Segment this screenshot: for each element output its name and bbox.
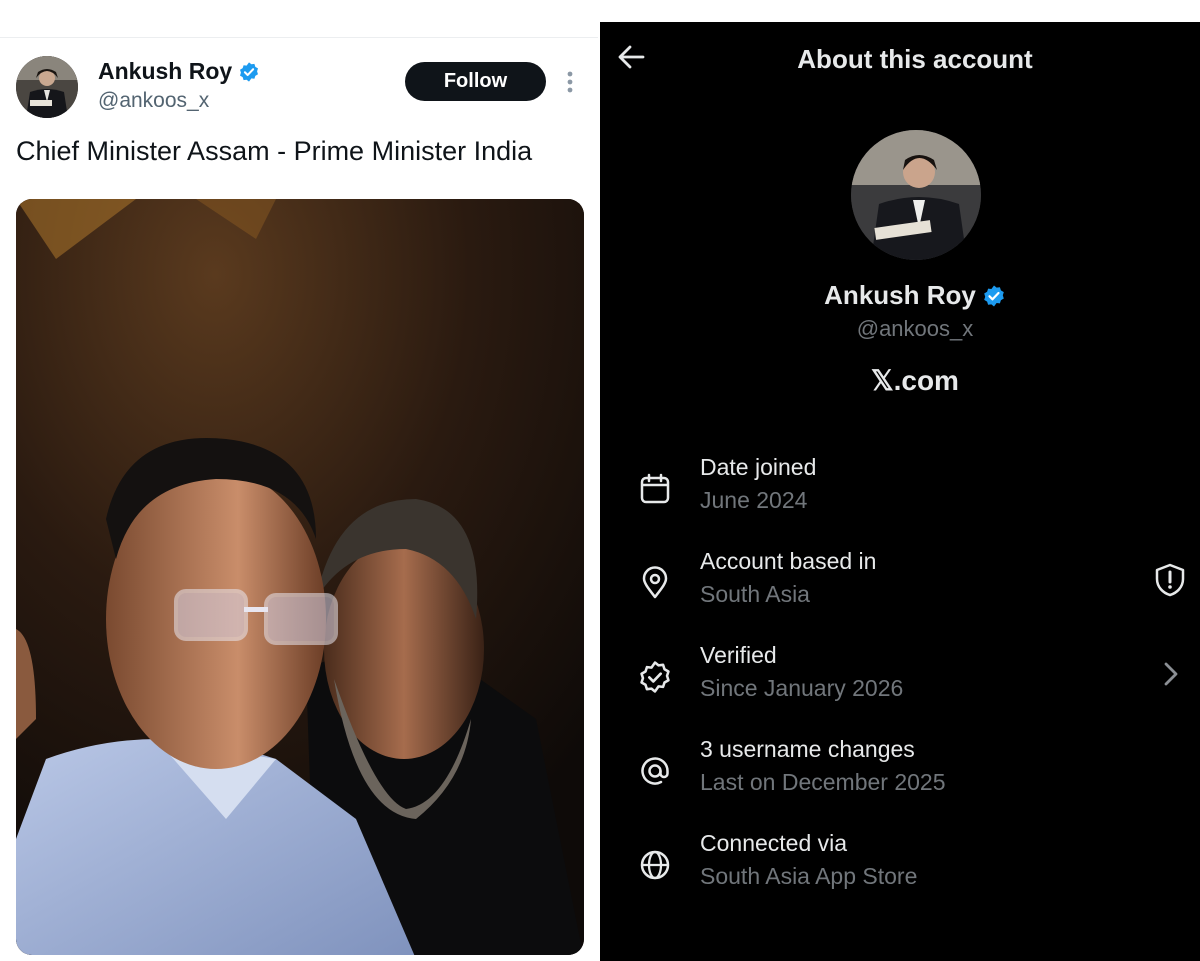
row-date-joined: Date joined June 2024	[600, 454, 1200, 524]
author-name[interactable]: Ankush Roy	[98, 58, 232, 85]
row-value: South Asia	[700, 581, 810, 607]
author-avatar[interactable]	[16, 56, 78, 118]
profile-name: Ankush Roy	[824, 280, 976, 310]
globe-icon	[638, 848, 672, 882]
row-value: Last on December 2025	[700, 769, 946, 795]
tweet-panel: Ankush Roy @ankoos_x Follow Chief Minist…	[0, 0, 598, 961]
tweet-photo[interactable]	[16, 199, 584, 955]
top-divider	[0, 0, 598, 38]
chevron-right-icon[interactable]	[1152, 656, 1188, 692]
tweet-text: Chief Minister Assam - Prime Minister In…	[16, 136, 533, 166]
row-label: Connected via	[700, 830, 848, 856]
author-handle[interactable]: @ankoos_x	[98, 89, 209, 113]
page-title: About this account	[797, 44, 1033, 74]
row-label: Verified	[700, 642, 777, 668]
about-panel: About this account Ankush Roy @ankoos_x …	[600, 22, 1200, 961]
row-label: Date joined	[700, 454, 817, 480]
profile-name-row: Ankush Roy	[600, 280, 1200, 311]
row-label: 3 username changes	[700, 736, 915, 762]
row-username-changes: 3 username changes Last on December 2025	[600, 736, 1200, 806]
author-name-row[interactable]: Ankush Roy	[98, 58, 260, 85]
row-value: Since January 2026	[700, 675, 904, 701]
shield-alert-icon[interactable]	[1152, 562, 1188, 598]
row-verified[interactable]: Verified Since January 2026	[600, 642, 1200, 712]
verified-badge-icon	[984, 285, 1004, 306]
site-label: 𝕏.com	[871, 365, 959, 396]
verified-badge-icon	[638, 660, 672, 694]
at-sign-icon	[638, 754, 672, 788]
row-connected-via: Connected via South Asia App Store	[600, 830, 1200, 900]
row-label: Account based in	[700, 548, 877, 574]
follow-button[interactable]: Follow	[405, 62, 546, 101]
more-options-icon[interactable]	[560, 68, 580, 96]
profile-handle: @ankoos_x	[856, 316, 974, 341]
location-pin-icon	[638, 566, 672, 600]
row-account-based-in[interactable]: Account based in South Asia	[600, 548, 1200, 618]
row-value: June 2024	[700, 487, 808, 513]
calendar-icon	[638, 472, 672, 506]
profile-avatar[interactable]	[851, 130, 981, 260]
row-value: South Asia App Store	[700, 863, 918, 889]
verified-badge-icon	[240, 61, 259, 82]
